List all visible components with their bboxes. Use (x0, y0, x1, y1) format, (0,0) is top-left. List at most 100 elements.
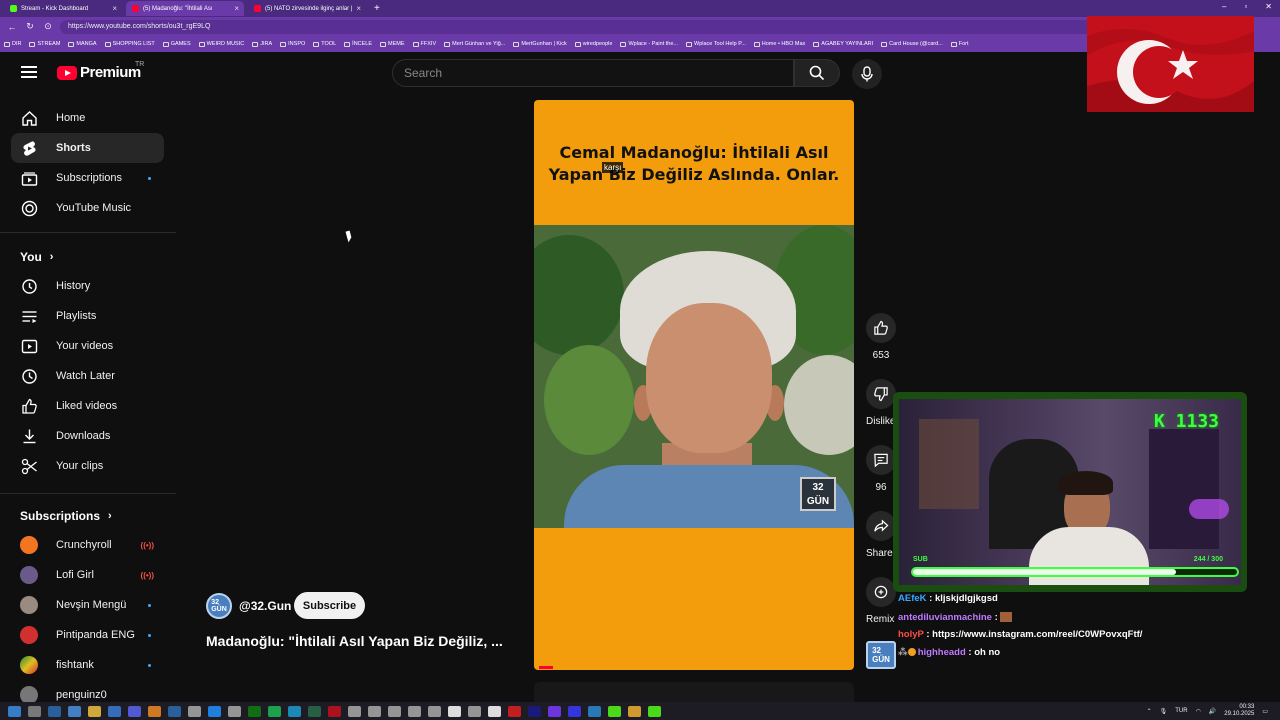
taskbar-app-icon[interactable] (448, 705, 461, 717)
taskbar-app-icon[interactable] (328, 705, 341, 717)
bookmark-item[interactable]: Fort (950, 41, 969, 47)
back-icon[interactable]: ← (6, 22, 18, 32)
url-field[interactable]: https://www.youtube.com/shorts/ou3t_rgE9… (60, 19, 1120, 34)
sidebar-sub-crunchyroll[interactable]: Crunchyroll ((•)) (11, 530, 164, 560)
taskbar-app-icon[interactable] (368, 705, 381, 717)
taskbar-app-icon[interactable] (268, 705, 281, 717)
sidebar-item-your-clips[interactable]: Your clips (11, 451, 164, 481)
sidebar-item-history[interactable]: History (11, 271, 164, 301)
bookmark-item[interactable]: DIR (4, 41, 21, 47)
bookmark-item[interactable]: Card House (@card... (881, 41, 943, 47)
taskbar-app-icon[interactable] (408, 705, 421, 717)
voice-search-button[interactable] (852, 59, 882, 89)
channel-avatar[interactable]: 32 GÜN (206, 593, 232, 619)
sidebar-item-home[interactable]: Home (11, 103, 164, 133)
taskbar-app-icon[interactable] (388, 705, 401, 717)
subscribe-button[interactable]: Subscribe (294, 592, 365, 619)
sidebar-sub-nevsin-mengu[interactable]: Nevşin Mengü (11, 590, 164, 620)
bookmark-item[interactable]: FFXIV (412, 41, 436, 47)
remix-button[interactable] (866, 577, 896, 607)
bookmark-item[interactable]: WEIRD MUSIC (198, 41, 244, 47)
sidebar-sub-pintipanda[interactable]: Pintipanda ENG (11, 620, 164, 650)
bookmark-item[interactable]: Wplace Tool Help P... (686, 41, 746, 47)
sidebar-item-youtube-music[interactable]: YouTube Music (11, 193, 164, 223)
share-button[interactable] (866, 511, 896, 541)
chevron-up-icon[interactable]: ⌃ (1147, 708, 1152, 715)
taskbar-app-icon[interactable] (248, 705, 261, 717)
youtube-premium-logo[interactable]: Premium (57, 64, 141, 81)
bookmark-item[interactable]: GAMES (162, 41, 191, 47)
taskbar-app-icon[interactable] (48, 705, 61, 717)
bookmark-item[interactable]: SHOPPING LIST (104, 41, 155, 47)
minimize-icon[interactable]: – (1222, 2, 1226, 11)
sidebar-item-subscriptions[interactable]: Subscriptions (11, 163, 164, 193)
bookmark-item[interactable]: Home • HBO Max (753, 41, 805, 47)
windows-start-icon[interactable] (8, 705, 21, 717)
taskbar-app-icon[interactable] (608, 705, 621, 717)
taskbar-app-icon[interactable] (508, 705, 521, 717)
new-tab-icon[interactable]: + (374, 3, 380, 14)
reload-icon[interactable]: ↻ (24, 21, 36, 32)
bookmark-item[interactable]: AGABEY YAYINLARI (813, 41, 873, 47)
like-button[interactable] (866, 313, 896, 343)
taskbar-app-icon[interactable] (488, 705, 501, 717)
taskbar-app-icon[interactable] (528, 705, 541, 717)
taskbar-app-icon[interactable] (588, 705, 601, 717)
taskbar-app-icon[interactable] (548, 705, 561, 717)
bookmark-item[interactable]: INSPO (280, 41, 305, 47)
browser-tab-youtube-active[interactable]: (5) Madanoğlu: "İhtilali Ası × (126, 1, 244, 16)
maximize-icon[interactable]: ▫ (1244, 2, 1247, 11)
taskbar-app-icon[interactable] (228, 705, 241, 717)
microphone-icon[interactable]: 🎙 (1160, 708, 1168, 715)
you-section-heading[interactable]: You › (20, 250, 53, 264)
taskbar-app-icon[interactable] (288, 705, 301, 717)
clock[interactable]: 00:33 29.10.2025 (1224, 704, 1254, 718)
search-input[interactable]: Search (392, 59, 794, 87)
taskbar-app-icon[interactable] (648, 705, 661, 717)
taskbar-app-icon[interactable] (188, 705, 201, 717)
taskbar-app-icon[interactable] (108, 705, 121, 717)
taskbar-app-icon[interactable] (628, 705, 641, 717)
search-button[interactable] (794, 59, 840, 87)
sidebar-sub-lofi-girl[interactable]: Lofi Girl ((•)) (11, 560, 164, 590)
taskbar-app-icon[interactable] (148, 705, 161, 717)
taskbar-app-icon[interactable] (428, 705, 441, 717)
close-window-icon[interactable]: ✕ (1265, 2, 1272, 11)
bookmark-item[interactable]: Mert Günhan ve Yiğ... (444, 41, 505, 47)
taskbar-app-icon[interactable] (28, 705, 41, 717)
volume-icon[interactable]: 🔊 (1209, 708, 1216, 715)
dislike-button[interactable] (866, 379, 896, 409)
comments-button[interactable] (866, 445, 896, 475)
bookmark-item[interactable]: İNCELE (344, 41, 372, 47)
sidebar-item-shorts[interactable]: Shorts (11, 133, 164, 163)
menu-icon[interactable] (21, 66, 37, 78)
bookmark-item[interactable]: Wplace - Paint the... (620, 41, 678, 47)
taskbar-app-icon[interactable] (348, 705, 361, 717)
browser-tab-youtube-nato[interactable]: (5) NATO zirvesinde ilginç anlar | × (248, 1, 366, 16)
taskbar-app-icon[interactable] (168, 705, 181, 717)
close-tab-icon[interactable]: × (234, 4, 239, 13)
sidebar-item-playlists[interactable]: Playlists (11, 301, 164, 331)
taskbar-app-icon[interactable] (68, 705, 81, 717)
taskbar-app-icon[interactable] (88, 705, 101, 717)
taskbar-app-icon[interactable] (308, 705, 321, 717)
bookmark-item[interactable]: wiredpeople (574, 41, 612, 47)
taskbar-app-icon[interactable] (128, 705, 141, 717)
sidebar-item-liked-videos[interactable]: Liked videos (11, 391, 164, 421)
wifi-icon[interactable]: ◠ (1196, 708, 1201, 715)
sidebar-sub-penguinz0[interactable]: penguinz0 (11, 680, 164, 703)
close-tab-icon[interactable]: × (356, 4, 361, 13)
language-indicator[interactable]: TUR (1175, 708, 1187, 714)
browser-tab-kick[interactable]: Stream - Kick Dashboard × (4, 1, 122, 16)
taskbar-app-icon[interactable] (208, 705, 221, 717)
taskbar-app-icon[interactable] (568, 705, 581, 717)
sidebar-item-your-videos[interactable]: Your videos (11, 331, 164, 361)
next-short-preview[interactable] (534, 682, 854, 702)
bookmark-item[interactable]: MertGunhan | Kick (513, 41, 567, 47)
site-info-icon[interactable]: ⊙ (42, 21, 54, 32)
bookmark-item[interactable]: MEME (380, 41, 405, 47)
bookmark-item[interactable]: TOOL (313, 41, 336, 47)
subscriptions-section-heading[interactable]: Subscriptions › (20, 509, 112, 523)
bookmark-item[interactable]: STREAM (29, 41, 60, 47)
close-tab-icon[interactable]: × (112, 4, 117, 13)
